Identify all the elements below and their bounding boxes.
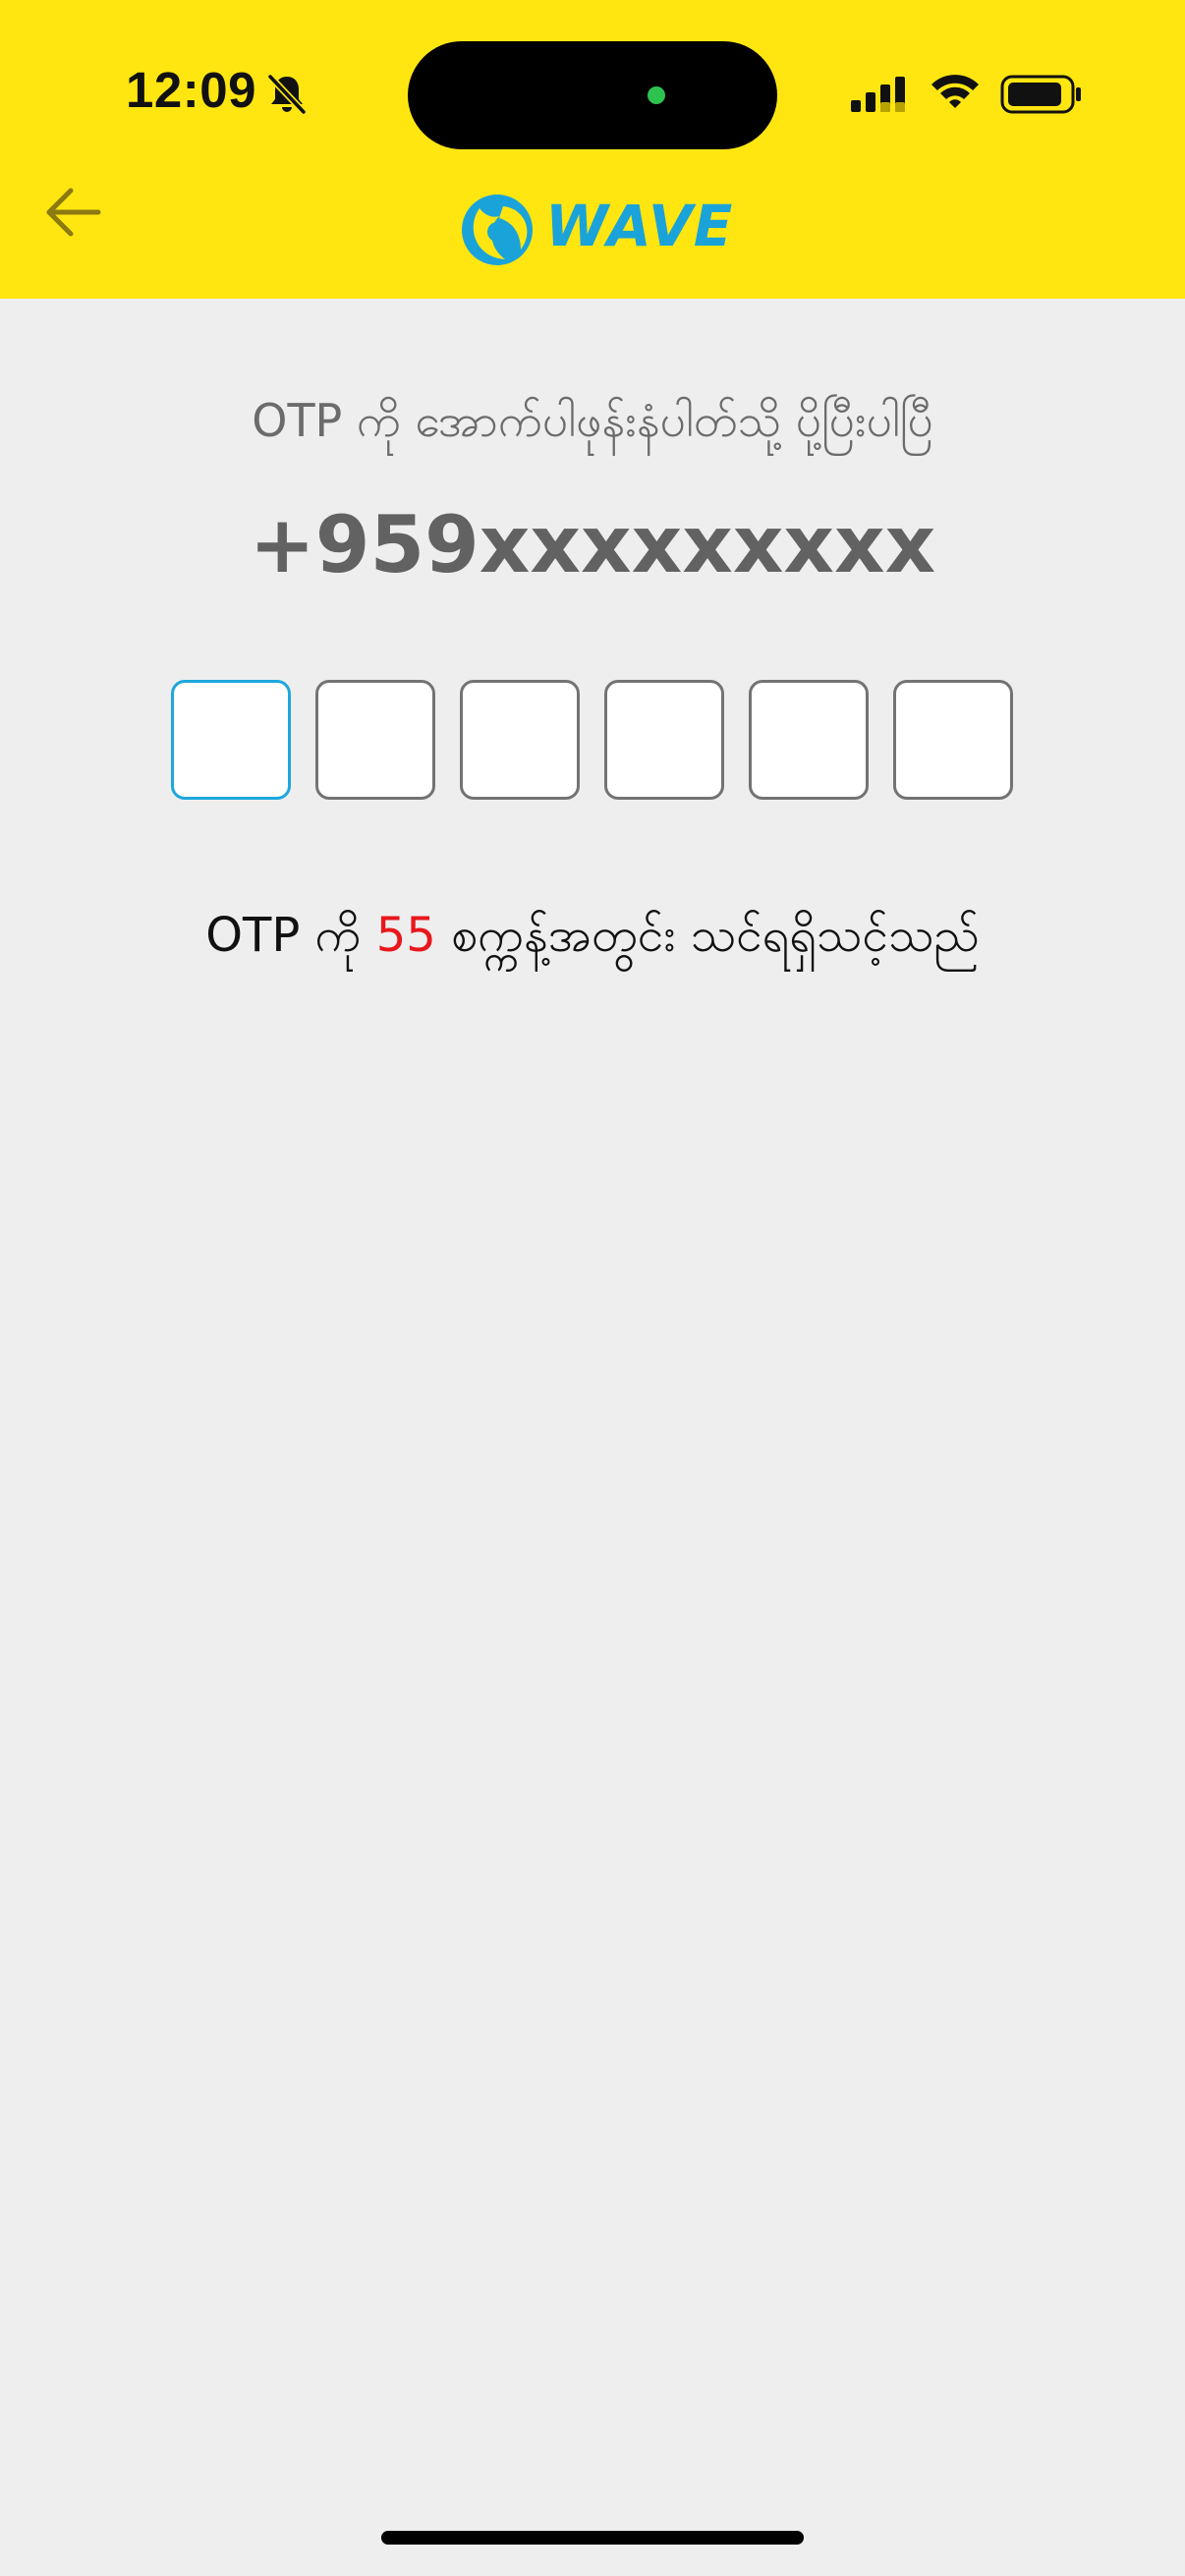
wifi-icon <box>931 75 979 108</box>
battery-icon <box>1000 75 1081 114</box>
timer-prefix: OTP ကို <box>205 908 376 963</box>
home-indicator[interactable] <box>381 2531 804 2545</box>
arrow-left-icon <box>46 188 101 237</box>
otp-timer-message: OTP ကို 55 စက္ကန့်အတွင်း သင်ရရှိသင့်သည် <box>0 906 1185 975</box>
dynamic-island <box>408 41 777 149</box>
otp-digit-5[interactable] <box>749 680 869 800</box>
otp-digit-1[interactable] <box>171 680 291 800</box>
signal-icon <box>851 77 905 112</box>
phone-number: +959xxxxxxxxx <box>249 499 936 590</box>
otp-digit-4[interactable] <box>604 680 724 800</box>
logo-text: WAVE <box>545 193 734 259</box>
otp-digit-3[interactable] <box>460 680 580 800</box>
back-button[interactable] <box>35 175 110 250</box>
otp-input-group <box>171 680 1016 800</box>
otp-digit-2[interactable] <box>315 680 435 800</box>
bell-off-icon <box>267 74 307 115</box>
timer-seconds: 55 <box>375 908 436 963</box>
status-time: 12:09 <box>126 62 256 118</box>
privacy-indicator <box>648 86 665 104</box>
otp-instruction: OTP ကို အောက်ပါဖုန်းနံပါတ်သို့ ပို့ပြီးပ… <box>252 394 933 447</box>
otp-digit-6[interactable] <box>893 680 1013 800</box>
timer-suffix: စက္ကန့်အတွင်း သင်ရရှိသင့်သည် <box>435 908 980 963</box>
